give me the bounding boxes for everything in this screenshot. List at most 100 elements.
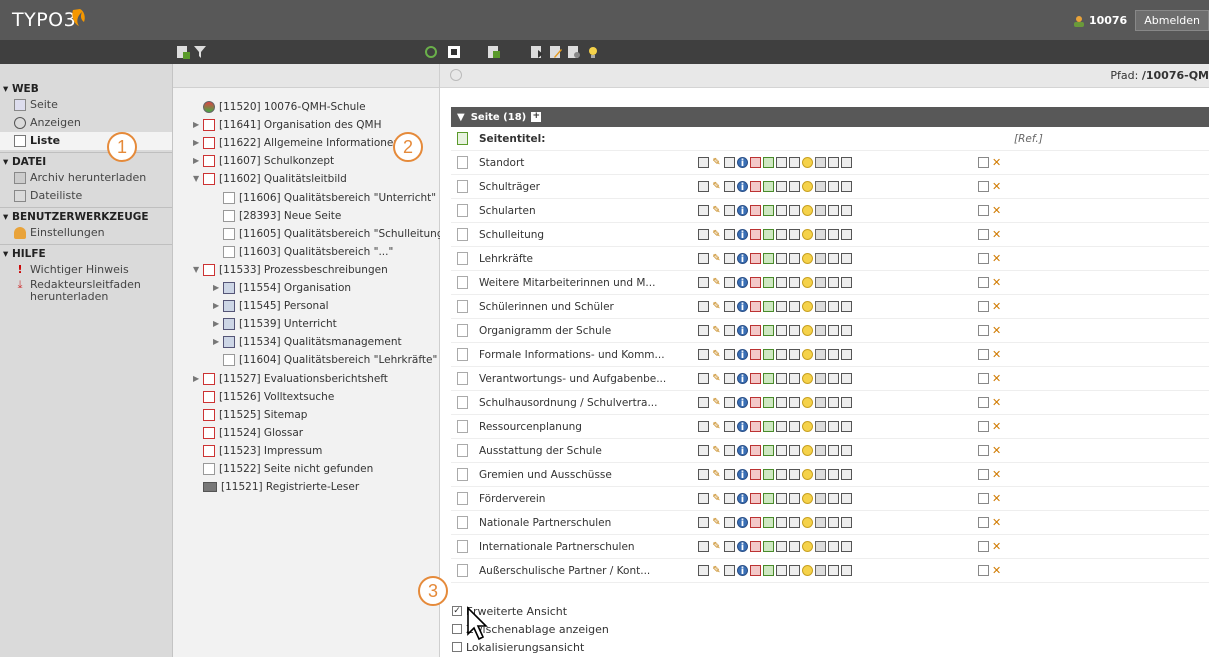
indent-left-icon[interactable] [828,565,839,576]
cut-icon[interactable]: ✕ [992,325,1003,336]
collapsed-arrow-icon[interactable]: ▶ [213,279,221,297]
move-up-icon[interactable] [776,325,787,336]
indent-left-icon[interactable] [828,325,839,336]
hide-icon[interactable] [750,373,761,384]
page-icon[interactable] [203,444,215,457]
cut-icon[interactable]: ✕ [992,373,1003,384]
help-icon[interactable] [802,445,813,456]
collapsed-arrow-icon[interactable]: ▶ [193,116,201,134]
copy-icon[interactable] [978,517,989,528]
view-icon[interactable] [698,421,709,432]
info-icon[interactable]: i [737,469,748,481]
add-record-icon[interactable]: + [531,112,542,122]
history-icon[interactable] [724,181,735,192]
edit-icon[interactable]: ✎ [711,517,722,528]
indent-left-icon[interactable] [828,349,839,360]
cut-icon[interactable]: ✕ [992,493,1003,504]
move-down-icon[interactable] [789,493,800,504]
tree-node-label[interactable]: [28393] Neue Seite [239,207,341,225]
tree-node-label[interactable]: [11606] Qualitätsbereich "Unterricht" [239,189,436,207]
delete-icon[interactable] [815,301,826,312]
history-icon[interactable] [724,157,735,168]
page-icon[interactable] [223,227,235,240]
move-up-icon[interactable] [776,349,787,360]
hide-icon[interactable] [750,493,761,504]
info-icon[interactable]: i [737,253,748,265]
tree-node[interactable]: [11521] Registrierte-Leser [193,478,359,496]
row-title[interactable]: Internationale Partnerschulen [479,541,635,553]
indent-left-icon[interactable] [828,205,839,216]
info-icon[interactable]: i [737,229,748,241]
edit-icon[interactable]: ✎ [711,493,722,504]
indent-left-icon[interactable] [828,421,839,432]
edit-icon[interactable]: ✎ [711,301,722,312]
history-icon[interactable] [724,301,735,312]
move-up-icon[interactable] [776,205,787,216]
indent-left-icon[interactable] [828,229,839,240]
edit-icon[interactable]: ✎ [711,469,722,480]
site-root-icon[interactable] [203,101,215,113]
tree-node[interactable]: [11526] Volltextsuche [193,388,334,406]
page-icon[interactable] [223,209,235,222]
edit-icon[interactable]: ✎ [711,181,722,192]
edit-icon[interactable]: ✎ [711,373,722,384]
help-icon[interactable] [802,397,813,408]
page-icon[interactable] [457,300,468,313]
tree-node-label[interactable]: [11526] Volltextsuche [219,388,334,406]
copy-icon[interactable] [978,373,989,384]
copy-icon[interactable] [978,565,989,576]
tree-node[interactable]: ▶ [11641] Organisation des QMH [193,116,382,134]
tree-node[interactable]: [11605] Qualitätsbereich "Schulleitung..… [213,225,454,243]
move-up-icon[interactable] [776,469,787,480]
hide-icon[interactable] [750,253,761,264]
edit-icon[interactable]: ✎ [711,445,722,456]
menu-item-einstellungen[interactable]: Einstellungen [0,224,172,242]
move-down-icon[interactable] [789,181,800,192]
help-icon[interactable] [802,181,813,192]
copy-icon[interactable] [978,301,989,312]
edit-icon[interactable]: ✎ [711,541,722,552]
help-icon[interactable] [802,517,813,528]
indent-right-icon[interactable] [841,157,852,168]
info-icon[interactable]: i [737,445,748,457]
help-icon[interactable] [802,565,813,576]
page-icon[interactable] [457,444,468,457]
refresh-icon[interactable] [424,45,438,59]
help-icon[interactable] [802,157,813,168]
edit-icon[interactable]: ✎ [711,421,722,432]
info-icon[interactable]: i [737,181,748,193]
info-icon[interactable]: i [737,565,748,577]
cut-icon[interactable]: ✕ [992,277,1003,288]
view-icon[interactable] [698,253,709,264]
tree-node-label[interactable]: [11521] Registrierte-Leser [221,478,359,496]
indent-left-icon[interactable] [828,301,839,312]
row-title[interactable]: Außerschulische Partner / Kont... [479,565,650,577]
view-icon[interactable] [698,445,709,456]
cut-icon[interactable]: ✕ [992,349,1003,360]
move-down-icon[interactable] [789,205,800,216]
indent-right-icon[interactable] [841,373,852,384]
tree-node-label[interactable]: [11520] 10076-QMH-Schule [219,98,366,116]
edit-icon[interactable]: ✎ [711,397,722,408]
menu-item-anzeigen[interactable]: Anzeigen [0,114,172,132]
cut-icon[interactable]: ✕ [992,301,1003,312]
move-up-icon[interactable] [776,253,787,264]
info-icon[interactable]: i [737,397,748,409]
indent-left-icon[interactable] [828,541,839,552]
hide-icon[interactable] [750,565,761,576]
tree-node[interactable]: ▶ [11534] Qualitätsmanagement [213,333,402,351]
indent-right-icon[interactable] [841,421,852,432]
hide-icon[interactable] [750,205,761,216]
history-icon[interactable] [724,349,735,360]
new-page-icon[interactable] [457,132,468,145]
tree-node[interactable]: [28393] Neue Seite [213,207,341,225]
edit-icon[interactable]: ✎ [711,205,722,216]
history-icon[interactable] [724,373,735,384]
tree-node-label[interactable]: [11539] Unterricht [239,315,337,333]
tree-node[interactable]: [11604] Qualitätsbereich "Lehrkräfte" [213,351,437,369]
new-page-icon[interactable] [763,253,774,264]
page-icon[interactable] [457,492,468,505]
logout-button[interactable]: Abmelden [1135,10,1209,31]
cut-icon[interactable]: ✕ [992,565,1003,576]
page-icon[interactable] [457,372,468,385]
